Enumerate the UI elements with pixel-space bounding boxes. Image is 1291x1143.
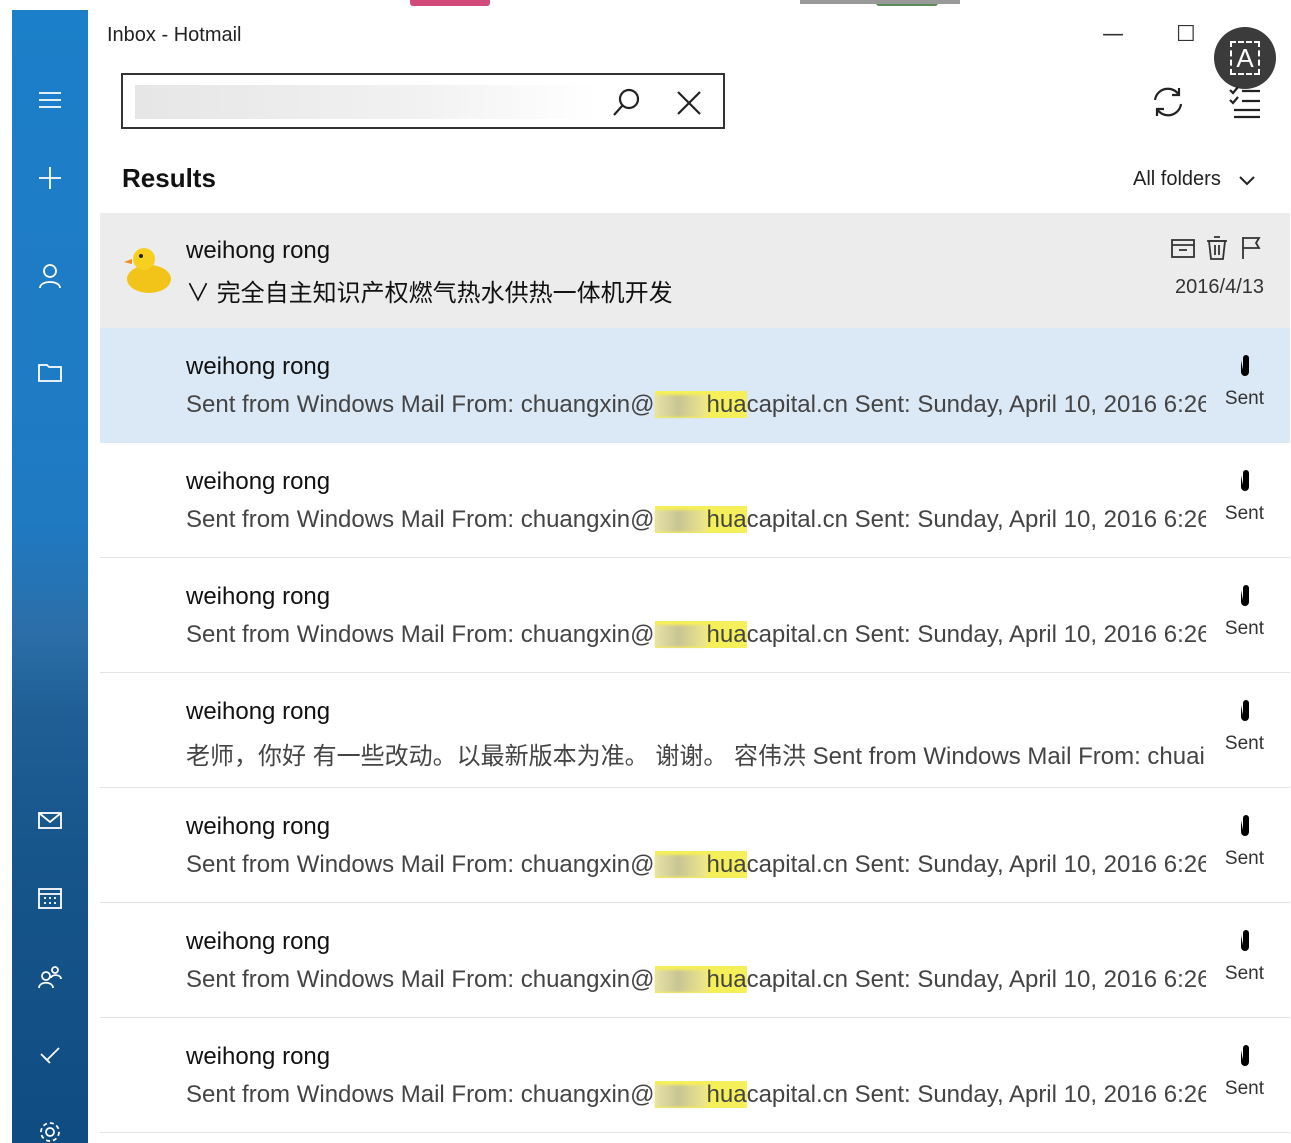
attachment-icon bbox=[1241, 1045, 1249, 1066]
attachment-icon bbox=[1241, 355, 1249, 376]
accounts-button[interactable] bbox=[12, 248, 88, 304]
assistant-overlay-glyph: A bbox=[1230, 41, 1260, 75]
hamburger-menu-button[interactable] bbox=[12, 72, 88, 128]
message-row[interactable]: weihong rong Sent from Windows Mail From… bbox=[100, 328, 1290, 443]
people-button[interactable] bbox=[12, 948, 88, 1004]
settings-button[interactable] bbox=[12, 1104, 88, 1143]
search-box bbox=[121, 73, 725, 129]
people-icon bbox=[38, 966, 62, 989]
close-icon[interactable] bbox=[671, 85, 707, 121]
message-preview: Sent from Windows Mail From: chuangxin@ h… bbox=[186, 851, 1206, 878]
folder-filter-dropdown[interactable]: All folders bbox=[1133, 168, 1257, 191]
hamburger-icon bbox=[39, 92, 61, 108]
message-folder-label: Sent bbox=[1224, 733, 1264, 754]
attachment-icon bbox=[1241, 700, 1249, 721]
message-date: 2016/4/13 bbox=[1175, 276, 1264, 298]
search-icon[interactable] bbox=[609, 85, 645, 121]
message-preview: 老师，你好 有一些改动。以最新版本为准。 谢谢。 容伟洪 Sent from W… bbox=[186, 743, 1205, 770]
folders-button[interactable] bbox=[12, 344, 88, 400]
todo-icon bbox=[40, 1047, 60, 1064]
message-sender: weihong rong bbox=[186, 237, 331, 264]
message-actions bbox=[1170, 235, 1264, 261]
attachment-icon bbox=[1241, 815, 1249, 836]
message-row[interactable]: weihong rong 老师，你好 有一些改动。以最新版本为准。 谢谢。 容伟… bbox=[100, 673, 1290, 788]
folder-icon bbox=[38, 364, 62, 382]
attachment-icon bbox=[1241, 585, 1249, 606]
gear-icon bbox=[40, 1122, 60, 1142]
archive-icon[interactable] bbox=[1170, 235, 1196, 261]
plus-icon bbox=[39, 167, 61, 189]
new-mail-button[interactable] bbox=[12, 150, 88, 206]
message-folder-label: Sent bbox=[1224, 1078, 1264, 1099]
message-preview: Sent from Windows Mail From: chuangxin@ h… bbox=[186, 506, 1206, 533]
top-accent-gray bbox=[800, 0, 960, 4]
message-sender: weihong rong bbox=[186, 1043, 331, 1070]
results-heading: Results bbox=[122, 163, 216, 193]
thread-subject: ∨ 完全自主知识产权燃气热水供热一体机开发 bbox=[186, 280, 673, 307]
todo-button[interactable] bbox=[12, 1026, 88, 1082]
attachment-icon bbox=[1241, 470, 1249, 491]
sync-button[interactable] bbox=[1146, 80, 1190, 124]
top-accent-pink bbox=[410, 0, 490, 6]
minimize-button[interactable]: — bbox=[1102, 22, 1124, 47]
message-list: weihong rong ∨ 完全自主知识产权燃气热水供热一体机开发 2016/… bbox=[100, 213, 1290, 1133]
sync-icon bbox=[1153, 87, 1183, 117]
delete-icon[interactable] bbox=[1204, 235, 1230, 261]
checklist-icon bbox=[1229, 86, 1260, 119]
attachment-icon bbox=[1241, 930, 1249, 951]
message-preview: Sent from Windows Mail From: chuangxin@ h… bbox=[186, 621, 1206, 648]
chevron-down-icon bbox=[1239, 175, 1255, 185]
message-row[interactable]: weihong rong Sent from Windows Mail From… bbox=[100, 1018, 1290, 1133]
folder-filter-label: All folders bbox=[1133, 168, 1221, 190]
message-preview: Sent from Windows Mail From: chuangxin@ h… bbox=[186, 966, 1206, 993]
message-row[interactable]: weihong rong Sent from Windows Mail From… bbox=[100, 788, 1290, 903]
message-folder-label: Sent bbox=[1224, 963, 1264, 984]
message-folder-label: Sent bbox=[1224, 388, 1264, 409]
window-title: Inbox - Hotmail bbox=[107, 24, 242, 46]
message-sender: weihong rong bbox=[186, 698, 331, 725]
message-row[interactable]: weihong rong ∨ 完全自主知识产权燃气热水供热一体机开发 2016/… bbox=[100, 213, 1290, 328]
maximize-button[interactable]: ☐ bbox=[1176, 22, 1196, 47]
message-preview: Sent from Windows Mail From: chuangxin@ h… bbox=[186, 1081, 1206, 1108]
message-folder-label: Sent bbox=[1224, 618, 1264, 639]
flag-icon[interactable] bbox=[1238, 235, 1264, 261]
message-sender: weihong rong bbox=[186, 468, 331, 495]
navigation-rail bbox=[12, 10, 88, 1143]
mail-button[interactable] bbox=[12, 792, 88, 848]
mail-icon bbox=[38, 812, 62, 829]
person-icon bbox=[39, 264, 61, 289]
message-folder-label: Sent bbox=[1224, 503, 1264, 524]
calendar-button[interactable] bbox=[12, 870, 88, 926]
message-preview: Sent from Windows Mail From: chuangxin@ h… bbox=[186, 391, 1206, 418]
duck-avatar-icon bbox=[124, 248, 171, 293]
message-row[interactable]: weihong rong Sent from Windows Mail From… bbox=[100, 558, 1290, 673]
message-row[interactable]: weihong rong Sent from Windows Mail From… bbox=[100, 443, 1290, 558]
message-sender: weihong rong bbox=[186, 928, 331, 955]
calendar-icon bbox=[38, 888, 62, 909]
search-input[interactable] bbox=[135, 85, 595, 119]
message-sender: weihong rong bbox=[186, 813, 331, 840]
message-folder-label: Sent bbox=[1224, 848, 1264, 869]
message-sender: weihong rong bbox=[186, 583, 331, 610]
selection-mode-button[interactable] bbox=[1224, 80, 1268, 124]
message-row[interactable]: weihong rong Sent from Windows Mail From… bbox=[100, 903, 1290, 1018]
message-sender: weihong rong bbox=[186, 353, 331, 380]
